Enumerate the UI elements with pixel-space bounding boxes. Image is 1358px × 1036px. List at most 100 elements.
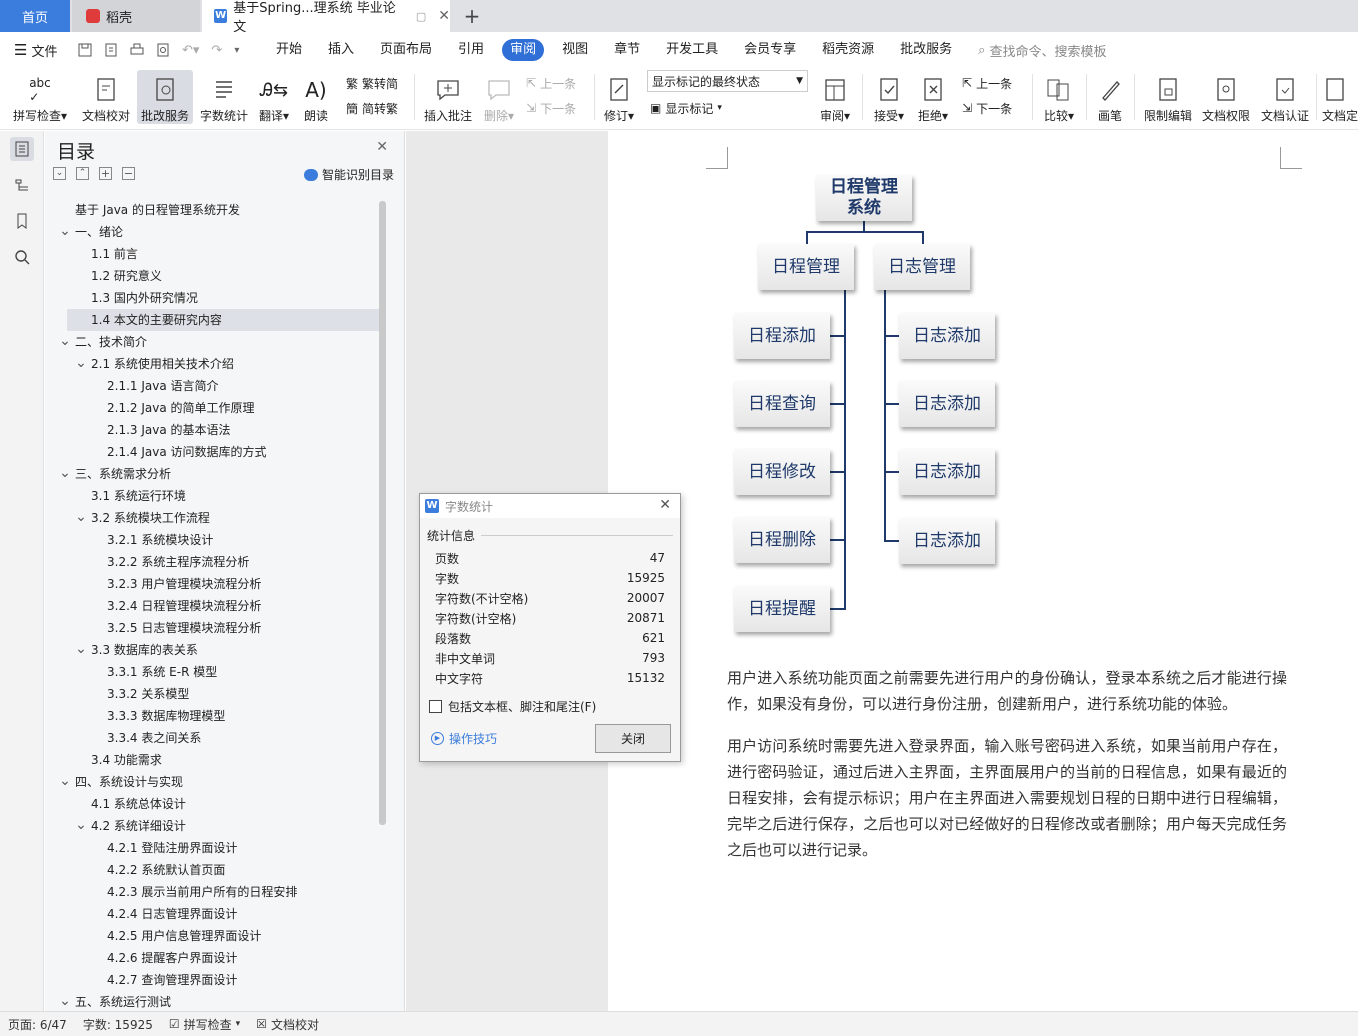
toc-item[interactable]: 2.1.2 Java 的简单工作原理 [67, 397, 379, 419]
toc-item[interactable]: 4.2.4 日志管理界面设计 [67, 903, 379, 925]
review-pane-button[interactable]: 审阅▾ [816, 70, 854, 124]
toc-item[interactable]: 4.2.7 查询管理界面设计 [67, 969, 379, 991]
print-preview-icon[interactable] [156, 43, 170, 57]
toc-item[interactable]: 4.1 系统总体设计 [67, 793, 379, 815]
menu-item[interactable]: 批改服务 [892, 39, 960, 61]
toc-item[interactable]: 一、绪论 [67, 221, 379, 243]
close-button[interactable]: 关闭 [595, 724, 671, 753]
search-icon[interactable] [10, 245, 34, 269]
toc-item[interactable]: 3.2.3 用户管理模块流程分析 [67, 573, 379, 595]
close-tab-icon[interactable]: ✕ [438, 8, 450, 24]
toc-expand-chevron-icon[interactable]: ⌄ [59, 774, 71, 788]
restrict-edit-button[interactable]: 限制编辑 [1142, 70, 1194, 124]
more-chevron-icon[interactable]: ▾ [234, 45, 239, 56]
toc-nav-icon[interactable] [10, 137, 34, 161]
next-change-button[interactable]: ⇲ 下一条 [962, 97, 1012, 119]
toc-item[interactable]: 4.2.2 系统默认首页面 [67, 859, 379, 881]
toc-item[interactable]: 3.3.3 数据库物理模型 [67, 705, 379, 727]
toc-item[interactable]: 2.1.4 Java 访问数据库的方式 [67, 441, 379, 463]
next-comment-button[interactable]: ⇲ 下一条 [526, 97, 576, 119]
toc-item[interactable]: 2.1.3 Java 的基本语法 [67, 419, 379, 441]
tab-document[interactable]: W 基于Spring...理系统 毕业论文 ▢ ✕ [202, 0, 450, 35]
toc-expand-chevron-icon[interactable]: ⌄ [75, 818, 87, 832]
toc-item[interactable]: 3.1 系统运行环境 [67, 485, 379, 507]
doc-rights-button[interactable]: 文档权限 [1200, 70, 1252, 124]
toc-expand-chevron-icon[interactable]: ⌄ [75, 356, 87, 370]
toc-item[interactable]: 3.2.1 系统模块设计 [67, 529, 379, 551]
menu-item[interactable]: 章节 [606, 39, 648, 61]
toc-expand-chevron-icon[interactable]: ⌄ [75, 510, 87, 524]
toc-item[interactable]: 四、系统设计与实现 [67, 771, 379, 793]
toc-item[interactable]: 五、系统运行测试 [67, 991, 379, 1013]
new-tab-button[interactable]: + [460, 0, 484, 32]
menu-item[interactable]: 引用 [450, 39, 492, 61]
export-pdf-icon[interactable] [104, 43, 118, 57]
show-markup-button[interactable]: ▣ 显示标记 ▾ [650, 97, 722, 119]
toc-item[interactable]: 1.2 研究意义 [67, 265, 379, 287]
trad-to-simp-button[interactable]: 繁繁转简 [346, 72, 398, 94]
remove-heading-icon[interactable]: − [122, 167, 135, 180]
collapse-all-icon[interactable]: ⌃ [76, 167, 89, 180]
toc-expand-chevron-icon[interactable]: ⌄ [59, 994, 71, 1008]
word-count-button[interactable]: 字数统计 [198, 70, 250, 124]
page-indicator[interactable]: 页面: 6/47 [0, 1016, 75, 1033]
translate-button[interactable]: Ꭿ⇆ 翻译▾ [255, 70, 293, 124]
save-icon[interactable] [78, 43, 92, 57]
toc-item[interactable]: 3.2.2 系统主程序流程分析 [67, 551, 379, 573]
pin-icon[interactable]: ▢ [416, 10, 426, 23]
menu-item[interactable]: 审阅 [502, 39, 545, 61]
menu-item[interactable]: 开始 [268, 39, 310, 61]
simp-to-trad-button[interactable]: 簡简转繁 [346, 97, 398, 119]
doc-proof-button[interactable]: 文档校对 [80, 70, 132, 124]
toc-expand-chevron-icon[interactable]: ⌄ [59, 466, 71, 480]
bookmark-icon[interactable] [10, 209, 34, 233]
include-textbox-checkbox[interactable]: 包括文本框、脚注和尾注(F) [429, 698, 596, 715]
menu-item[interactable]: 插入 [320, 39, 362, 61]
toc-item[interactable]: 4.2.5 用户信息管理界面设计 [67, 925, 379, 947]
doc-finalize-button[interactable]: 文档定 [1322, 70, 1358, 124]
toc-item[interactable]: 3.2.4 日程管理模块流程分析 [67, 595, 379, 617]
correction-service-button[interactable]: 批改服务 [137, 70, 193, 124]
add-heading-icon[interactable]: + [99, 167, 112, 180]
expand-all-icon[interactable]: ⌄ [53, 167, 66, 180]
toc-item[interactable]: 二、技术简介 [67, 331, 379, 353]
toc-item[interactable]: 3.3 数据库的表关系 [67, 639, 379, 661]
status-doc-proof[interactable]: ☒ 文档校对 [248, 1016, 327, 1033]
toc-expand-chevron-icon[interactable]: ⌄ [75, 642, 87, 656]
doc-cert-button[interactable]: 文档认证 [1259, 70, 1311, 124]
toc-item[interactable]: 4.2 系统详细设计 [67, 815, 379, 837]
track-changes-button[interactable]: 修订▾ [600, 70, 638, 124]
menu-item[interactable]: 稻壳资源 [814, 39, 882, 61]
insert-comment-button[interactable]: 插入批注 [422, 70, 474, 124]
toc-item[interactable]: 1.3 国内外研究情况 [67, 287, 379, 309]
toc-item[interactable]: 1.1 前言 [67, 243, 379, 265]
tab-daoke[interactable]: 稻壳 [72, 0, 200, 32]
toc-scrollbar[interactable] [379, 201, 386, 825]
toc-item[interactable]: 1.4 本文的主要研究内容 [67, 309, 379, 331]
redo-icon[interactable]: ↷ [211, 43, 222, 58]
compare-button[interactable]: 比较▾ [1040, 70, 1078, 124]
toc-item[interactable]: 4.2.3 展示当前用户所有的日程安排 [67, 881, 379, 903]
toc-item[interactable]: 3.2 系统模块工作流程 [67, 507, 379, 529]
close-icon[interactable]: ✕ [376, 139, 388, 155]
toc-item[interactable]: 3.4 功能需求 [67, 749, 379, 771]
prev-change-button[interactable]: ⇱ 上一条 [962, 72, 1012, 94]
file-menu[interactable]: ☰ 文件 [0, 41, 70, 60]
toc-item[interactable]: 3.3.2 关系模型 [67, 683, 379, 705]
menu-item[interactable]: 视图 [554, 39, 596, 61]
tips-link[interactable]: ▶ 操作技巧 [431, 730, 497, 747]
pen-button[interactable]: 画笔 [1094, 70, 1126, 124]
undo-icon[interactable]: ↶▾ [182, 43, 199, 58]
toc-item[interactable]: 2.1 系统使用相关技术介绍 [67, 353, 379, 375]
print-icon[interactable] [130, 43, 144, 57]
smart-toc-button[interactable]: 智能识别目录 [303, 166, 394, 183]
toc-item[interactable]: 基于 Java 的日程管理系统开发 [67, 199, 379, 221]
word-count-indicator[interactable]: 字数: 15925 [75, 1016, 161, 1033]
close-icon[interactable]: ✕ [659, 497, 671, 513]
prev-comment-button[interactable]: ⇱ 上一条 [526, 72, 576, 94]
menu-item[interactable]: 页面布局 [372, 39, 440, 61]
toc-item[interactable]: 3.3.1 系统 E-R 模型 [67, 661, 379, 683]
menu-item[interactable]: 开发工具 [658, 39, 726, 61]
spell-check-button[interactable]: abc ✓ 拼写检查▾ [10, 70, 70, 124]
toc-item[interactable]: 3.3.4 表之间关系 [67, 727, 379, 749]
